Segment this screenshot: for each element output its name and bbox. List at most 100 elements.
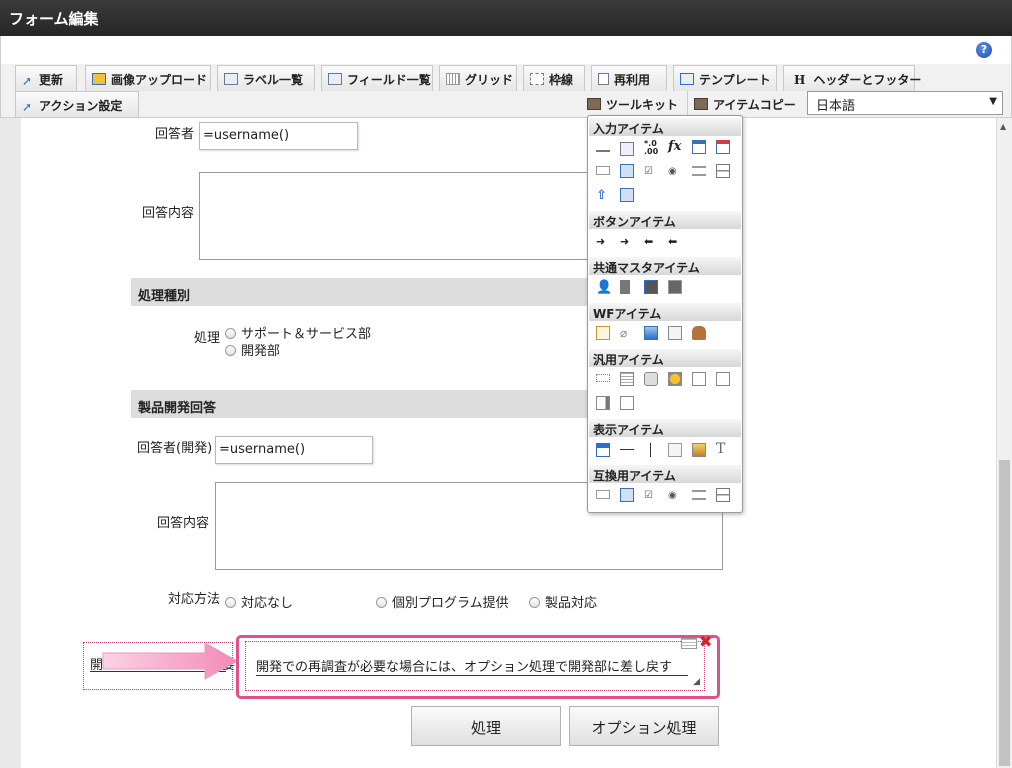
close-icon[interactable]: ✖ <box>699 632 712 651</box>
back-button-icon[interactable]: ⬅ <box>644 235 658 249</box>
multi-select-icon[interactable] <box>716 164 730 178</box>
template-button[interactable]: テンプレート <box>673 65 777 91</box>
reuse-button[interactable]: 再利用 <box>591 65 667 91</box>
grid-button[interactable]: グリッド <box>439 65 517 91</box>
field-list-icon <box>328 73 342 85</box>
image-upload-button[interactable]: 画像アップロード <box>85 65 211 91</box>
highlight-box: 開発での再調査が必要な場合には、オプション処理で開発部に差し戻す ◢ ✖ <box>236 632 720 699</box>
toggle-icon[interactable] <box>692 166 706 176</box>
radio-circle-icon <box>225 345 236 356</box>
process-button[interactable]: 処理 <box>411 706 561 746</box>
label-icon[interactable] <box>596 374 610 382</box>
radio-circle-icon <box>376 597 387 608</box>
palette-wf-header: WFアイテム <box>589 303 741 321</box>
item-copy-icon <box>694 98 708 110</box>
datetime-icon[interactable] <box>716 140 730 154</box>
header-footer-button[interactable]: H ヘッダーとフッター <box>783 65 921 91</box>
keyboard-icon[interactable] <box>681 638 697 649</box>
compat-listbox-icon[interactable] <box>620 488 634 502</box>
upload-doc-icon[interactable] <box>692 372 706 386</box>
formula-icon[interactable]: fx <box>668 139 682 154</box>
download-doc-icon[interactable] <box>716 372 730 386</box>
radio-method-product[interactable]: 製品対応 <box>529 592 597 611</box>
radio-method-individual[interactable]: 個別プログラム提供 <box>376 592 509 611</box>
grid-icon <box>446 73 460 85</box>
field-list-button[interactable]: フィールド一覧 <box>321 65 433 91</box>
box-icon[interactable] <box>668 443 682 457</box>
frame-button[interactable]: 枠線 <box>523 65 585 91</box>
form-canvas: 回答者 =username() 回答内容 処理種別 処理 サポート＆サービス部 … <box>21 118 996 768</box>
sidebar-icon[interactable] <box>596 396 610 410</box>
grid-input-icon[interactable] <box>620 188 634 202</box>
compat-radio-icon[interactable]: ◉ <box>668 490 682 504</box>
answer-content-textarea[interactable] <box>199 172 589 260</box>
text-doc-icon[interactable] <box>620 372 634 386</box>
lookup-icon[interactable] <box>668 372 682 386</box>
textbox-icon[interactable] <box>596 142 610 152</box>
text-icon[interactable]: T <box>716 441 730 457</box>
update-button[interactable]: ➚ 更新 <box>15 65 77 91</box>
camera-icon[interactable] <box>644 372 658 386</box>
radio-dev[interactable]: 開発部 <box>225 340 280 359</box>
panel-icon[interactable] <box>596 443 610 457</box>
textarea-icon[interactable] <box>620 142 634 156</box>
listbox-icon[interactable] <box>620 164 634 178</box>
horizontal-line-icon[interactable] <box>620 449 634 450</box>
compat-multi-select-icon[interactable] <box>716 488 730 502</box>
calendar-icon[interactable] <box>692 140 706 154</box>
vertical-scrollbar[interactable]: ▲ <box>996 118 1012 768</box>
help-icon[interactable]: ? <box>976 42 992 58</box>
action-settings-button[interactable]: ➚ アクション設定 <box>15 91 139 117</box>
select-icon[interactable] <box>596 166 610 175</box>
palette-master-header: 共通マスタアイテム <box>589 257 741 275</box>
compat-select-icon[interactable] <box>596 490 610 499</box>
radio-icon[interactable]: ◉ <box>668 166 682 180</box>
picture-icon[interactable] <box>692 443 706 457</box>
history-icon[interactable] <box>668 326 682 340</box>
image-icon[interactable] <box>644 326 658 340</box>
comment-field[interactable]: 開発での再調査が必要な場合には、オプション処理で開発部に差し戻す ◢ <box>245 641 705 691</box>
language-select[interactable]: 日本語 ▼ <box>807 91 1003 115</box>
image-upload-icon <box>92 73 106 85</box>
toolbar: ➚ 更新 画像アップロード ラベル一覧 フィールド一覧 グリッド 枠線 再利用 テ… <box>0 64 1012 118</box>
vertical-line-icon[interactable] <box>650 443 651 457</box>
reuse-icon <box>598 73 609 85</box>
submit-button-icon[interactable]: ➜ <box>596 235 610 249</box>
toolkit-button[interactable]: ツールキット <box>581 91 683 117</box>
item-copy-button[interactable]: アイテムコピー <box>687 91 803 117</box>
dev-answerer-field[interactable]: =username() <box>215 436 373 464</box>
organization-icon[interactable] <box>620 280 630 294</box>
palette-display-header: 表示アイテム <box>589 419 741 437</box>
method-label: 対応方法 <box>168 592 221 607</box>
radio-method-none[interactable]: 対応なし <box>225 592 293 611</box>
number-icon[interactable]: *.0 .00 <box>644 140 658 156</box>
label-list-button[interactable]: ラベル一覧 <box>217 65 315 91</box>
palette-compat-header: 互換用アイテム <box>589 465 741 483</box>
answerer-field[interactable]: =username() <box>199 122 358 150</box>
compat-checkbox-icon[interactable]: ☑ <box>644 490 658 504</box>
section-processing-type: 処理種別 <box>131 278 591 306</box>
scroll-thumb[interactable] <box>999 460 1010 766</box>
compat-toggle-icon[interactable] <box>692 490 706 500</box>
file-upload-icon[interactable]: ⇧ <box>596 188 610 203</box>
document-icon[interactable] <box>596 326 610 340</box>
return-button-icon[interactable]: ⬅ <box>668 235 682 249</box>
resize-handle-icon[interactable]: ◢ <box>693 677 700 687</box>
toolkit-icon <box>587 98 601 110</box>
section-product-answer: 製品開発回答 <box>131 390 591 418</box>
chevron-down-icon: ▼ <box>989 96 997 107</box>
content-area: 回答者 =username() 回答内容 処理種別 処理 サポート＆サービス部 … <box>0 118 1012 768</box>
card-icon[interactable] <box>620 396 634 410</box>
role-icon[interactable] <box>668 280 682 294</box>
attachment-icon[interactable]: ⌀ <box>620 326 634 340</box>
user-icon[interactable]: 👤 <box>596 280 612 295</box>
stamp-icon[interactable] <box>692 326 706 340</box>
frame-icon <box>530 73 544 85</box>
option-process-button[interactable]: オプション処理 <box>569 706 719 746</box>
scroll-up-icon[interactable]: ▲ <box>1000 122 1006 131</box>
palette-general-header: 汎用アイテム <box>589 349 741 367</box>
checkbox-icon[interactable]: ☑ <box>644 166 658 180</box>
user-org-icon[interactable] <box>644 280 658 294</box>
action-settings-icon: ➚ <box>22 100 33 114</box>
next-button-icon[interactable]: ➜ <box>620 235 634 249</box>
